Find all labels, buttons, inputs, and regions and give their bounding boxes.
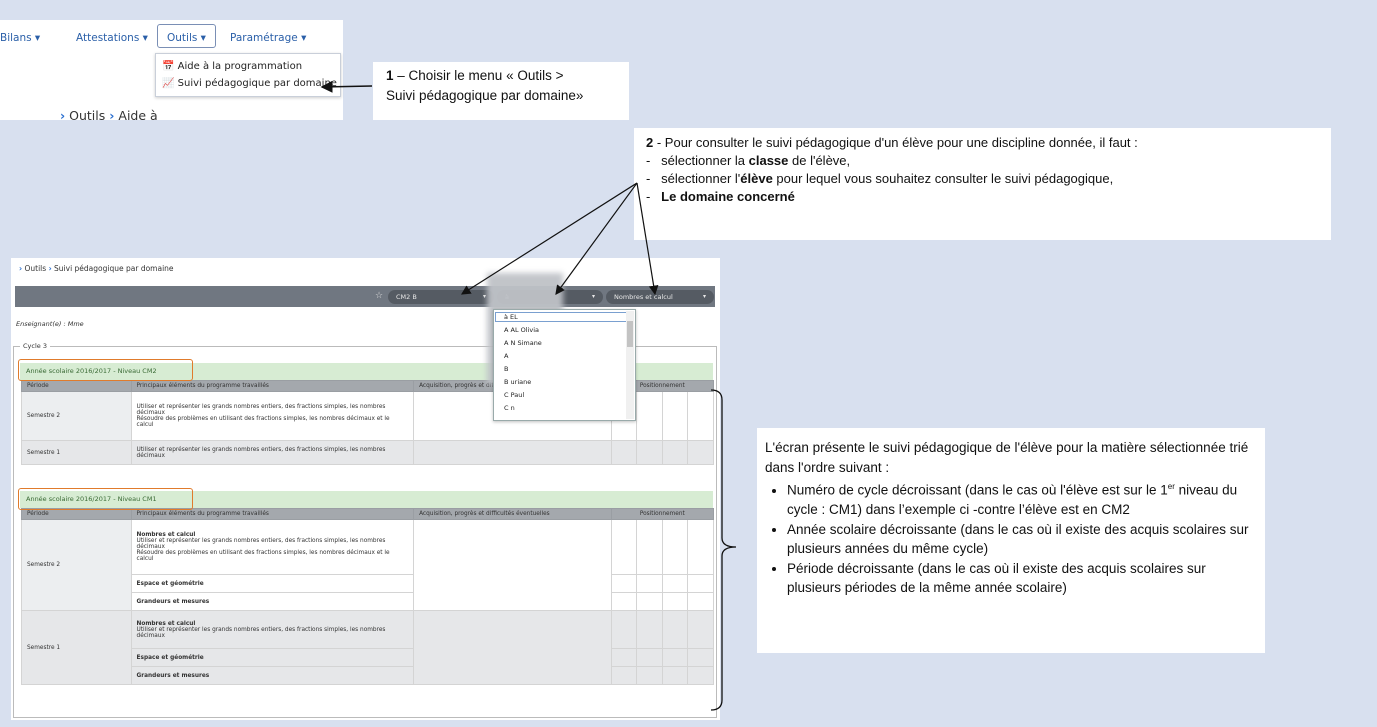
annotation-arrows	[320, 80, 737, 711]
